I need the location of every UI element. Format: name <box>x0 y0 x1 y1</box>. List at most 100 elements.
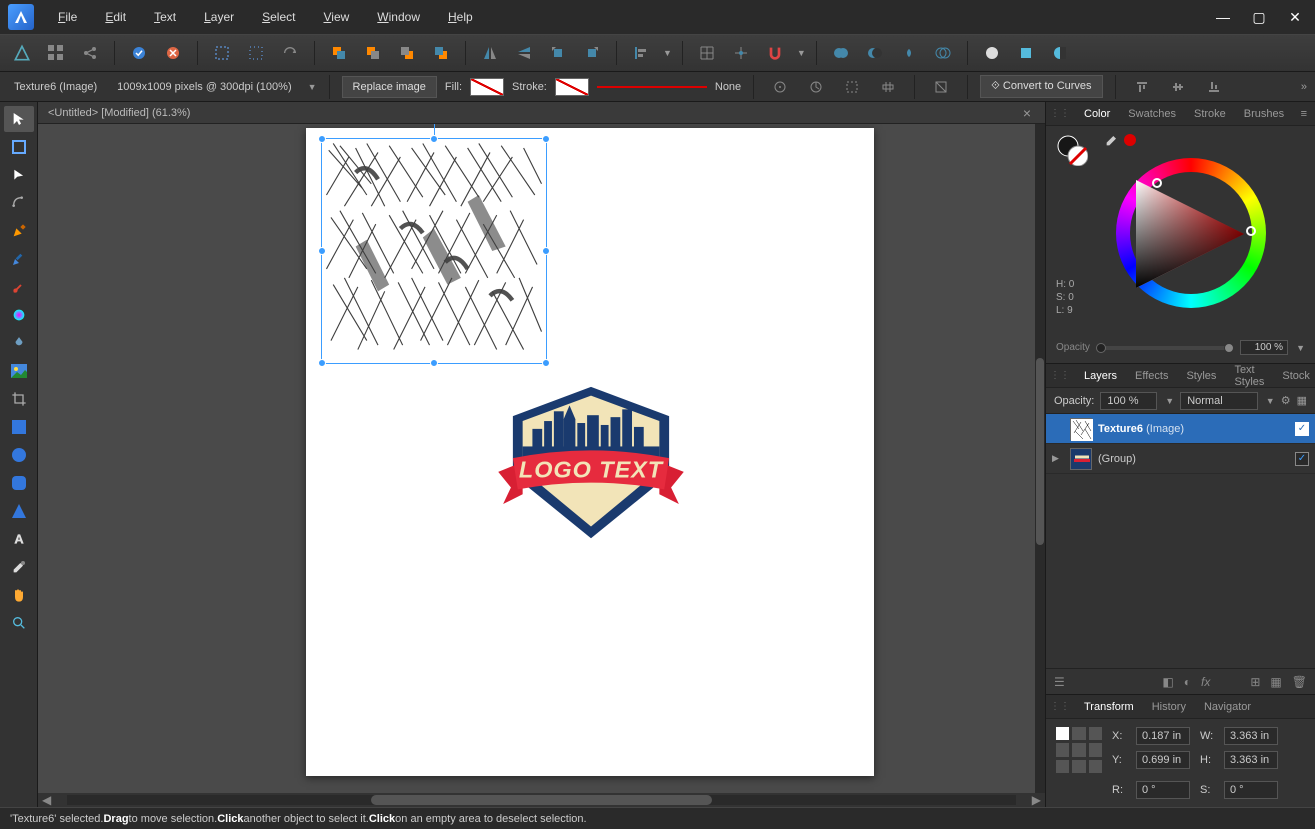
tab-history[interactable]: History <box>1144 697 1194 717</box>
backward-icon[interactable] <box>393 39 421 67</box>
brush-tool[interactable] <box>4 274 34 300</box>
rotate-ccw-icon[interactable] <box>544 39 572 67</box>
handle-bm[interactable] <box>430 359 438 367</box>
rotate-cw-icon[interactable] <box>578 39 606 67</box>
eyedropper-icon[interactable] <box>1104 132 1120 148</box>
crop-tool[interactable] <box>4 386 34 412</box>
intersect-icon[interactable] <box>895 39 923 67</box>
tab-stock[interactable]: Stock <box>1274 366 1315 386</box>
layers-stack-icon[interactable]: ☰ <box>1054 675 1065 689</box>
pen-tool[interactable] <box>4 218 34 244</box>
layer-visibility-checkbox[interactable]: ✓ <box>1295 452 1309 466</box>
hide-selection-icon[interactable] <box>838 73 866 101</box>
menu-help[interactable]: Help <box>436 4 485 30</box>
transform-y-input[interactable] <box>1136 751 1190 769</box>
add-layer-icon[interactable]: ⊞ <box>1250 675 1260 689</box>
replace-image-button[interactable]: Replace image <box>342 76 437 98</box>
convert-curves-button[interactable]: ⟐ Convert to Curves <box>980 75 1102 98</box>
handle-bl[interactable] <box>318 359 326 367</box>
align-top-icon[interactable] <box>1128 73 1156 101</box>
subtract-icon[interactable] <box>861 39 889 67</box>
tab-transform[interactable]: Transform <box>1076 697 1142 717</box>
rounded-rect-tool[interactable] <box>4 470 34 496</box>
cycle-selection-icon[interactable] <box>874 73 902 101</box>
artboard-tool[interactable] <box>4 134 34 160</box>
back-icon[interactable] <box>427 39 455 67</box>
minimize-button[interactable]: — <box>1211 5 1235 29</box>
tab-layers[interactable]: Layers <box>1076 366 1125 386</box>
show-rotation-icon[interactable] <box>802 73 830 101</box>
mask-layer-icon[interactable]: ◧ <box>1162 675 1173 689</box>
fill-swatch[interactable] <box>470 78 504 96</box>
zoom-tool[interactable] <box>4 610 34 636</box>
menu-select[interactable]: Select <box>250 4 307 30</box>
tab-styles[interactable]: Styles <box>1178 366 1224 386</box>
front-icon[interactable] <box>325 39 353 67</box>
tab-swatches[interactable]: Swatches <box>1120 104 1184 124</box>
transform-origin-icon[interactable] <box>766 73 794 101</box>
eyedropper-tool[interactable] <box>4 554 34 580</box>
text-tool[interactable] <box>4 526 34 552</box>
menu-view[interactable]: View <box>311 4 361 30</box>
divide-icon[interactable] <box>929 39 957 67</box>
maximize-button[interactable]: ▢ <box>1247 5 1271 29</box>
handle-tm[interactable] <box>430 135 438 143</box>
logo-group[interactable]: LOGO TEXT <box>482 382 700 548</box>
apps-icon[interactable] <box>42 39 70 67</box>
pencil-tool[interactable] <box>4 246 34 272</box>
flip-h-icon[interactable] <box>476 39 504 67</box>
tab-effects[interactable]: Effects <box>1127 366 1176 386</box>
stroke-width-slider[interactable] <box>597 86 707 88</box>
snap-grid-icon[interactable] <box>693 39 721 67</box>
layer-grid-icon[interactable]: ▦ <box>1297 394 1307 407</box>
convert-icon[interactable] <box>276 39 304 67</box>
panel-menu-icon[interactable]: ≡ <box>1297 108 1311 120</box>
transform-w-input[interactable] <box>1224 727 1278 745</box>
fill-stroke-selector[interactable] <box>1056 134 1088 166</box>
transparency-tool[interactable] <box>4 330 34 356</box>
expand-icon[interactable]: ▶ <box>1052 453 1064 464</box>
layer-row-texture[interactable]: Texture6 (Image) ✓ <box>1046 414 1315 444</box>
layer-settings-icon[interactable]: ⚙ <box>1281 394 1291 407</box>
add-pixel-icon[interactable]: ▦ <box>1270 675 1281 689</box>
anchor-selector[interactable] <box>1056 727 1102 773</box>
new-layer-icon[interactable] <box>1012 39 1040 67</box>
tab-text-styles[interactable]: Text Styles <box>1226 360 1272 392</box>
layer-opacity-value[interactable]: 100 % <box>1100 392 1157 410</box>
blend-mode-select[interactable]: Normal <box>1180 392 1258 410</box>
handle-tl[interactable] <box>318 135 326 143</box>
align-left-icon[interactable] <box>627 39 655 67</box>
tab-navigator[interactable]: Navigator <box>1196 697 1259 717</box>
place-image-tool[interactable] <box>4 358 34 384</box>
adjustment-icon[interactable]: ◐ <box>1184 675 1191 689</box>
toolbar-overflow-icon[interactable]: » <box>1301 81 1307 93</box>
mask-icon[interactable] <box>1046 39 1074 67</box>
doc-info-dropdown[interactable]: ▼ <box>308 82 317 92</box>
magnet-icon[interactable] <box>761 39 789 67</box>
opacity-slider[interactable] <box>1096 346 1234 350</box>
close-tab-button[interactable]: × <box>1019 105 1035 121</box>
tab-stroke[interactable]: Stroke <box>1186 104 1234 124</box>
transform-r-input[interactable] <box>1136 781 1190 799</box>
rectangle-tool[interactable] <box>4 414 34 440</box>
hue-handle[interactable] <box>1152 178 1162 188</box>
sync-icon[interactable] <box>125 39 153 67</box>
texture-image[interactable] <box>322 139 546 363</box>
share-icon[interactable] <box>76 39 104 67</box>
flip-v-icon[interactable] <box>510 39 538 67</box>
layer-row-group[interactable]: ▶ (Group) ✓ <box>1046 444 1315 474</box>
menu-file[interactable]: File <box>46 4 89 30</box>
tab-color[interactable]: Color <box>1076 104 1118 124</box>
persona-icon[interactable] <box>8 39 36 67</box>
layer-visibility-checkbox[interactable]: ✓ <box>1295 422 1309 436</box>
opacity-value[interactable]: 100 % <box>1240 340 1288 355</box>
vertical-scrollbar[interactable] <box>1035 124 1045 793</box>
menu-text[interactable]: Text <box>142 4 188 30</box>
nosync-icon[interactable] <box>159 39 187 67</box>
union-icon[interactable] <box>827 39 855 67</box>
snap-guides-icon[interactable] <box>727 39 755 67</box>
menu-edit[interactable]: Edit <box>93 4 138 30</box>
ellipse-tool[interactable] <box>4 442 34 468</box>
menu-layer[interactable]: Layer <box>192 4 246 30</box>
fx-icon[interactable]: fx <box>1201 675 1210 689</box>
